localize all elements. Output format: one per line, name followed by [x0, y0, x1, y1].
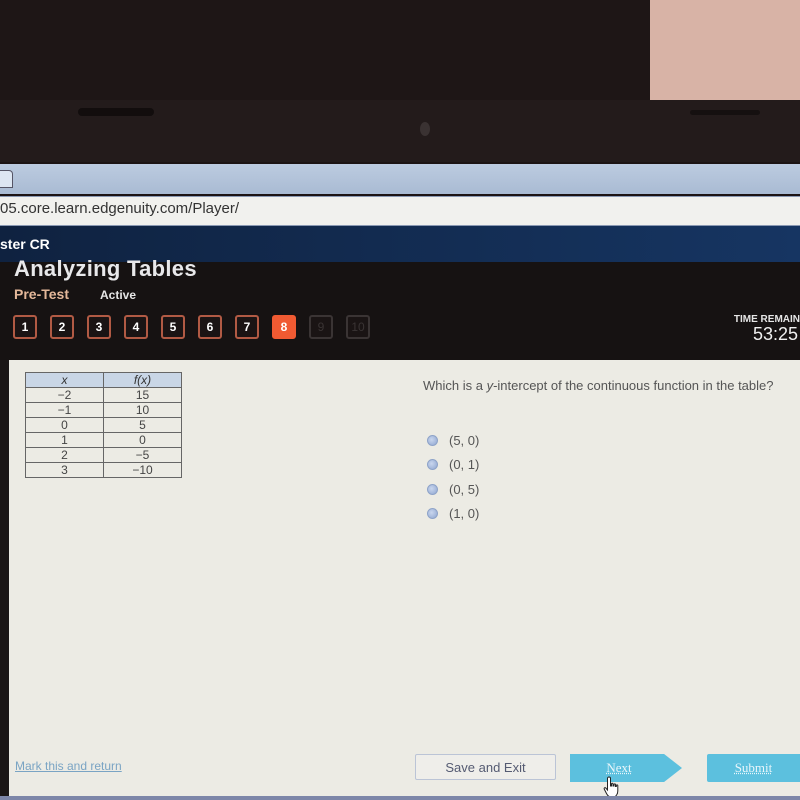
- lesson-title: Analyzing Tables: [14, 256, 197, 281]
- cell-fx: −5: [103, 447, 182, 463]
- cell-x: 3: [25, 462, 104, 478]
- mark-and-return-link[interactable]: Mark this and return: [15, 759, 122, 773]
- table-row: 1 0: [25, 432, 182, 448]
- question-text: Which is a y-intercept of the continuous…: [423, 376, 783, 395]
- table-row: 0 5: [25, 417, 182, 433]
- timer-value: 53:25: [752, 324, 798, 344]
- cell-x: 1: [25, 432, 104, 448]
- cell-fx: 5: [103, 417, 182, 433]
- header-x: x: [25, 372, 104, 388]
- choice-label[interactable]: (0, 1): [449, 457, 479, 472]
- answer-choice[interactable]: (1, 0): [427, 502, 479, 527]
- answer-choice[interactable]: (0, 1): [427, 453, 479, 478]
- table-header-row: x f(x): [25, 372, 182, 388]
- activity-type: Pre-Test: [14, 286, 69, 302]
- webcam-icon: [420, 122, 430, 136]
- left-gutter: [0, 360, 9, 800]
- question-button-4[interactable]: 4: [124, 315, 148, 339]
- hand-cursor-icon: [603, 776, 619, 798]
- course-title: ster CR: [0, 236, 50, 252]
- activity-status: Active: [100, 288, 137, 302]
- url-text[interactable]: 05.core.learn.edgenuity.com/Player/: [0, 200, 239, 217]
- question-button-3[interactable]: 3: [87, 315, 111, 339]
- question-suffix: -intercept of the continuous function in…: [493, 378, 774, 393]
- question-button-8-current[interactable]: 8: [272, 315, 296, 339]
- question-button-10-locked: 10: [346, 315, 370, 339]
- table-row: 3 −10: [25, 462, 182, 478]
- submit-button[interactable]: Submit: [707, 754, 800, 782]
- table-row: −1 10: [25, 402, 182, 418]
- cell-x: 2: [25, 447, 104, 463]
- speaker-grille-left: [78, 108, 154, 116]
- cell-fx: 10: [103, 402, 182, 418]
- answer-choice[interactable]: (5, 0): [427, 428, 479, 453]
- cell-fx: 15: [103, 387, 182, 403]
- choice-label[interactable]: (0, 5): [449, 482, 479, 497]
- radio-button[interactable]: [427, 508, 438, 520]
- question-button-7[interactable]: 7: [235, 315, 259, 339]
- answer-choices: (5, 0) (0, 1) (0, 5) (1, 0): [427, 428, 479, 526]
- cell-x: 0: [25, 417, 104, 433]
- question-prefix: Which is a: [423, 378, 487, 393]
- function-table: x f(x) −2 15 −1 10 0 5 1 0 2 −5 3 −10: [25, 372, 182, 478]
- radio-button[interactable]: [427, 459, 438, 471]
- table-row: −2 15: [25, 387, 182, 403]
- question-button-6[interactable]: 6: [198, 315, 222, 339]
- browser-tab[interactable]: [0, 170, 13, 188]
- radio-button[interactable]: [427, 483, 438, 495]
- speaker-grille-right: [690, 110, 760, 115]
- save-and-exit-button[interactable]: Save and Exit: [415, 754, 556, 780]
- header-fx: f(x): [103, 372, 182, 388]
- answer-choice[interactable]: (0, 5): [427, 477, 479, 502]
- next-button[interactable]: Next: [570, 754, 682, 782]
- background-wall: [650, 0, 800, 100]
- cell-x: −2: [25, 387, 104, 403]
- choice-label[interactable]: (1, 0): [449, 506, 479, 521]
- choice-label[interactable]: (5, 0): [449, 433, 479, 448]
- browser-tab-bar: [0, 164, 800, 194]
- cell-x: −1: [25, 402, 104, 418]
- question-navigator: 1 2 3 4 5 6 7 8 9 10: [13, 315, 370, 339]
- radio-button[interactable]: [427, 434, 438, 446]
- cell-fx: −10: [103, 462, 182, 478]
- question-button-1[interactable]: 1: [13, 315, 37, 339]
- table-row: 2 −5: [25, 447, 182, 463]
- screen-bottom-edge: [0, 796, 800, 800]
- cell-fx: 0: [103, 432, 182, 448]
- question-button-2[interactable]: 2: [50, 315, 74, 339]
- question-button-9-locked: 9: [309, 315, 333, 339]
- question-button-5[interactable]: 5: [161, 315, 185, 339]
